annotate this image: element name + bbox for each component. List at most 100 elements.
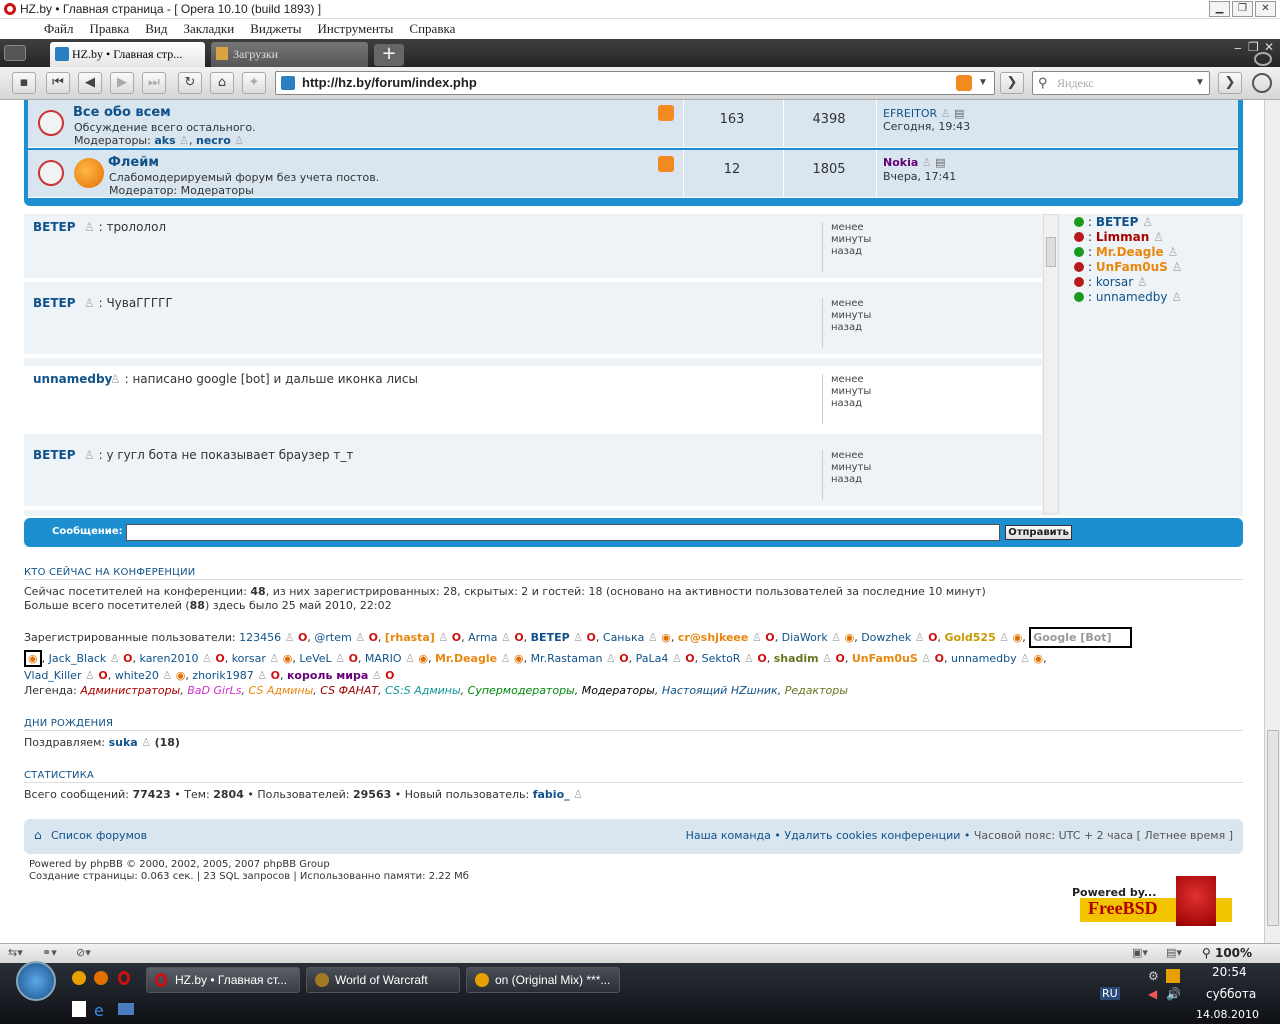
forum-title-link[interactable]: Флейм [108,155,159,170]
start-button[interactable] [16,961,56,1001]
user-link[interactable]: SektoR [702,652,741,665]
send-button[interactable]: Отправить [1005,525,1072,540]
online-user[interactable]: : korsar ♙ [1074,275,1148,289]
tab-minimize-button[interactable]: ‒ [1234,41,1242,55]
user-link[interactable]: Mr.Rastaman [531,652,603,665]
firefox-icon[interactable] [94,971,108,985]
rss-feed-icon[interactable] [658,105,674,121]
menu-edit[interactable]: Правка [90,21,130,37]
forum-row[interactable]: Флейм Слабомодерируемый форум без учета … [28,150,1238,198]
scrollbar-thumb[interactable] [1267,730,1279,926]
user-link[interactable]: 123456 [239,631,281,644]
menu-view[interactable]: Вид [145,21,167,37]
closed-tabs-icon[interactable] [1254,52,1272,66]
address-dropdown-icon[interactable]: ▼ [978,72,988,94]
wand-icon[interactable]: ✦ [242,72,266,94]
legend-mods[interactable]: Модераторы [582,684,655,697]
new-tab-button[interactable]: + [374,44,404,66]
tab-downloads[interactable]: Загрузки [211,42,368,67]
user-link[interactable]: UnFam0uS [852,652,918,665]
shoutbox-scrollbar[interactable] [1043,214,1059,514]
menu-tools[interactable]: Инструменты [317,21,393,37]
user-link[interactable]: Mr.Deagle [435,652,497,665]
volume-icon[interactable]: 🔊 [1166,987,1181,1001]
legend-bad-girls[interactable]: BaD GirLs [187,684,241,697]
last-post-user[interactable]: Nokia ♙ ▤ [883,156,946,169]
user-link[interactable]: Gold525 [945,631,996,644]
user-link[interactable]: PaLa4 [636,652,669,665]
go-icon[interactable]: ❯ [1000,72,1024,94]
legend-supermods[interactable]: Супермодераторы [468,684,575,697]
user-link[interactable]: ВЕТЕР [531,631,570,644]
menu-widgets[interactable]: Виджеты [250,21,301,37]
team-link[interactable]: Наша команда [686,829,771,842]
show-desktop-icon[interactable] [118,1003,134,1015]
tab-restore-button[interactable]: ❐ [1248,40,1259,54]
ie-icon[interactable]: e [94,1001,104,1020]
user-link[interactable]: Arma [468,631,497,644]
alert-tray-icon[interactable]: ◀ [1148,987,1157,1001]
unite-icon[interactable]: ⚭▾ [42,946,57,959]
quicklaunch-icon[interactable] [72,971,86,985]
network-icon[interactable]: ⚙ [1148,969,1159,983]
menu-help[interactable]: Справка [409,21,455,37]
user-link[interactable]: [rhasta] [385,631,435,644]
legend-css-admins[interactable]: CS:S Админы [385,684,461,697]
shout-user-link[interactable]: ВЕТЕР [33,220,76,234]
save-icon[interactable]: ▪ [12,72,36,94]
taskbar-item-opera[interactable]: HZ.by • Главная ст... [146,967,300,993]
user-link[interactable]: король мира [287,669,368,682]
clock-time[interactable]: 20:54 [1212,965,1247,979]
user-link[interactable]: DiaWork [782,631,828,644]
user-link[interactable]: LeVeL [299,652,331,665]
forward-icon[interactable]: ▶ [110,72,134,94]
moderator-link[interactable]: Модераторы [181,184,254,197]
user-link[interactable]: unnamedby [951,652,1017,665]
user-link[interactable]: Санька [603,631,644,644]
search-go-icon[interactable]: ❯ [1218,72,1242,94]
shout-user-link[interactable]: ВЕТЕР [33,296,76,310]
home-icon[interactable]: ⌂ [210,72,234,94]
close-button[interactable]: ✕ [1255,1,1276,17]
panel-icon[interactable]: ▣▾ [1132,946,1148,959]
user-link[interactable]: suka [109,736,138,749]
online-user[interactable]: : UnFam0uS ♙ [1074,260,1182,274]
minimize-button[interactable]: ▁ [1209,1,1230,17]
menu-bookmarks[interactable]: Закладки [183,21,234,37]
media-tray-icon[interactable] [1166,969,1180,983]
tab-hzby[interactable]: HZ.by • Главная стр... [50,42,205,67]
taskbar-item-aimp[interactable]: on (Original Mix) ***... [466,967,620,993]
google-bot-link[interactable]: Google [Bot] [1029,627,1132,648]
rss-feed-icon[interactable] [658,156,674,172]
turbo-icon[interactable]: ⇆▾ [8,946,23,959]
delete-cookies-link[interactable]: Удалить cookies конференции [784,829,960,842]
user-link[interactable]: Dowzhek [861,631,911,644]
user-link[interactable]: zhorik1987 [192,669,253,682]
rss-feed-icon[interactable] [956,75,972,91]
online-user[interactable]: : unnamedby ♙ [1074,290,1182,304]
user-link[interactable]: MARIO [365,652,402,665]
moderator-link[interactable]: aks [154,134,175,147]
message-input[interactable] [126,524,1000,541]
user-link[interactable]: Jack_Black [49,652,107,665]
new-user-link[interactable]: fabio_ [533,788,570,801]
taskbar-item-wow[interactable]: World of Warcraft [306,967,460,993]
user-link[interactable]: Vlad_Killer [24,669,81,682]
user-link[interactable]: cr@shjkeee [678,631,749,644]
address-input[interactable]: http://hz.by/forum/index.php ▼ [275,71,995,95]
scrollbar-thumb[interactable] [1046,237,1056,267]
last-post-user[interactable]: EFREITOR ♙ ▤ [883,107,964,120]
legend-cs-admins[interactable]: CS Админы [248,684,313,697]
user-link[interactable]: shadim [774,652,819,665]
opera-icon[interactable] [118,971,130,985]
language-indicator[interactable]: RU [1100,987,1120,1000]
forum-index-link[interactable]: Список форумов [51,829,147,842]
notepad-icon[interactable] [72,1001,86,1017]
shout-user-link[interactable]: unnamedby [33,372,112,386]
fast-forward-icon[interactable]: ⏭ [142,72,166,94]
page-scrollbar[interactable] [1264,100,1280,943]
shout-user-link[interactable]: ВЕТЕР [33,448,76,462]
online-user[interactable]: : Limman ♙ [1074,230,1164,244]
forum-title-link[interactable]: Все обо всем [73,105,171,120]
user-link[interactable]: white20 [115,669,159,682]
